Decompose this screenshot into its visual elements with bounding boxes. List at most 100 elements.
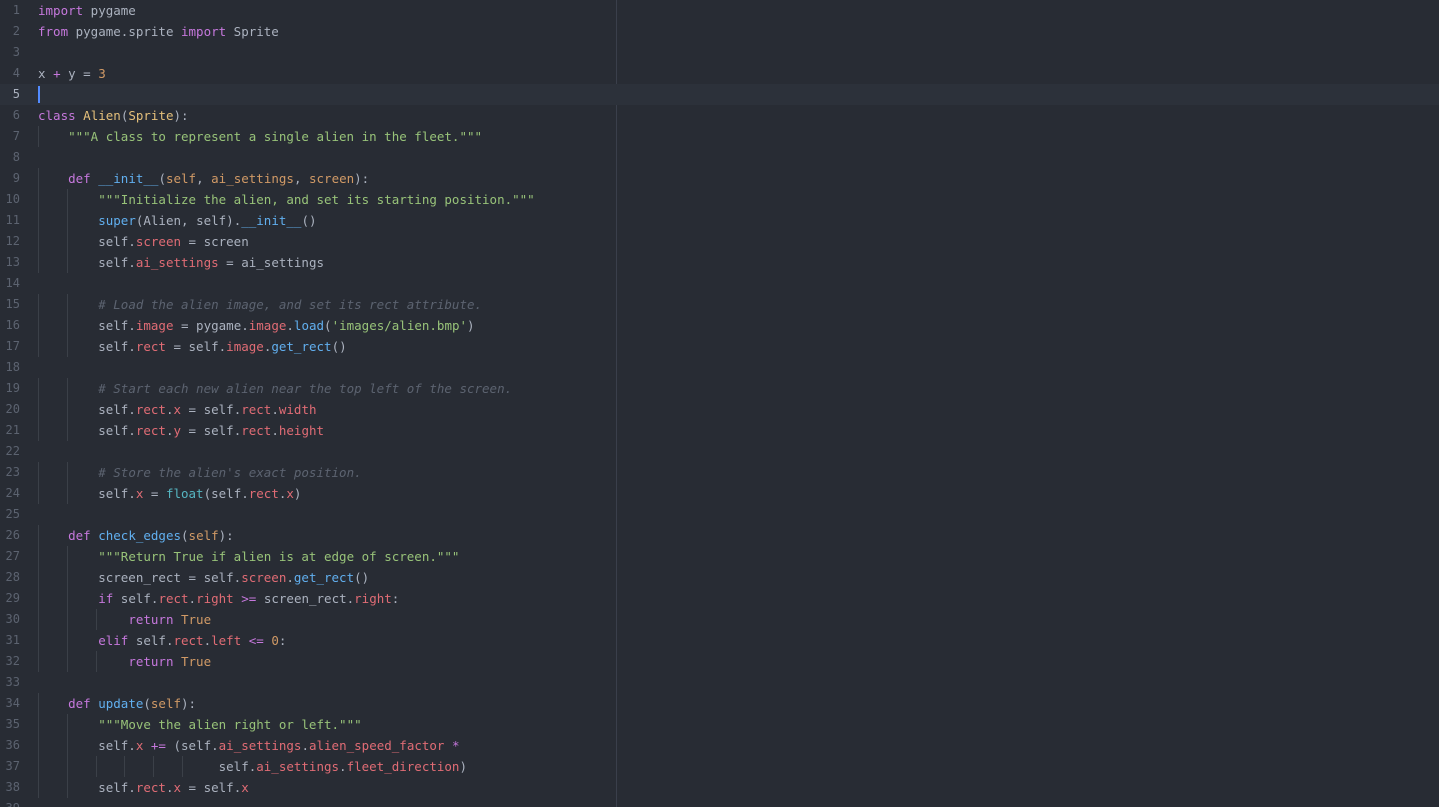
- code-line[interactable]: 15 # Load the alien image, and set its r…: [0, 294, 1439, 315]
- code-line[interactable]: 19 # Start each new alien near the top l…: [0, 378, 1439, 399]
- code-line[interactable]: 1 import pygame: [0, 0, 1439, 21]
- code-token: update: [98, 696, 144, 711]
- code-line[interactable]: 39: [0, 798, 1439, 807]
- code-token: self: [165, 171, 197, 186]
- code-token: >=: [241, 591, 257, 606]
- code-token: .: [188, 591, 197, 606]
- code-token: ):: [354, 171, 370, 186]
- code-editor[interactable]: 1 import pygame 2 from pygame.sprite import…: [0, 0, 1439, 807]
- line-number: 30: [5, 612, 20, 626]
- code-line[interactable]: 18: [0, 357, 1439, 378]
- code-token: self.: [38, 486, 136, 501]
- indent-guide: [38, 714, 39, 735]
- code-token: 3: [98, 66, 106, 81]
- code-lines[interactable]: 1 import pygame 2 from pygame.sprite import…: [0, 0, 1439, 807]
- code-line[interactable]: 2 from pygame.sprite import Sprite: [0, 21, 1439, 42]
- code-line[interactable]: 5: [0, 84, 1439, 105]
- code-token: float: [165, 486, 204, 501]
- code-line[interactable]: 35 """Move the alien right or left.""": [0, 714, 1439, 735]
- code-token: return: [128, 654, 174, 669]
- code-line[interactable]: 36 self.x += (self.ai_settings.alien_spe…: [0, 735, 1439, 756]
- code-line[interactable]: 24 self.x = float(self.rect.x): [0, 483, 1439, 504]
- code-line[interactable]: 10 """Initialize the alien, and set its …: [0, 189, 1439, 210]
- indent-guide: [38, 777, 39, 798]
- code-line[interactable]: 20 self.rect.x = self.rect.width: [0, 399, 1439, 420]
- code-line[interactable]: 7 """A class to represent a single alien…: [0, 126, 1439, 147]
- code-token: right: [196, 591, 234, 606]
- line-number: 39: [0, 798, 20, 807]
- code-line[interactable]: 6 class Alien(Sprite):: [0, 105, 1439, 126]
- code-line[interactable]: 33: [0, 672, 1439, 693]
- code-line[interactable]: 25: [0, 504, 1439, 525]
- code-line[interactable]: 34 def update(self):: [0, 693, 1439, 714]
- indent-guide: [38, 378, 39, 399]
- code-line[interactable]: 30 return True: [0, 609, 1439, 630]
- code-token: =: [83, 66, 91, 81]
- code-token: y: [60, 66, 84, 81]
- indent-guide: [38, 231, 39, 252]
- code-token: screen: [309, 171, 355, 186]
- code-line[interactable]: 4 x + y = 3: [0, 63, 1439, 84]
- line-number: 4: [12, 66, 20, 80]
- code-token: y: [173, 423, 182, 438]
- code-line[interactable]: 9 def __init__(self, ai_settings, screen…: [0, 168, 1439, 189]
- code-token: self: [188, 528, 219, 543]
- indent-guide: [95, 609, 97, 630]
- code-token: get_rect: [271, 339, 332, 354]
- code-token: :: [391, 591, 400, 606]
- code-token: (): [331, 339, 347, 354]
- code-token: self.: [38, 402, 136, 417]
- code-line[interactable]: 11 super(Alien, self).__init__(): [0, 210, 1439, 231]
- indent-guide: [38, 546, 39, 567]
- indent-guide: [38, 336, 39, 357]
- code-text: def check_edges(self):: [38, 525, 234, 546]
- code-line[interactable]: 37 self.ai_settings.fleet_direction): [0, 756, 1439, 777]
- code-token: right: [354, 591, 392, 606]
- code-token: rect: [135, 423, 166, 438]
- code-token: self: [150, 696, 182, 711]
- code-line[interactable]: 31 elif self.rect.left <= 0:: [0, 630, 1439, 651]
- line-number: 12: [5, 234, 20, 248]
- code-line[interactable]: 38 self.rect.x = self.x: [0, 777, 1439, 798]
- code-token: import: [181, 24, 227, 39]
- code-line[interactable]: 27 """Return True if alien is at edge of…: [0, 546, 1439, 567]
- code-token: load: [293, 318, 325, 333]
- code-token: __init__: [241, 213, 302, 228]
- code-token: ai_settings: [211, 171, 294, 186]
- line-number: 15: [5, 297, 20, 311]
- indent-guide: [66, 777, 68, 798]
- code-token: = self.: [181, 423, 242, 438]
- code-token: = pygame.: [173, 318, 249, 333]
- code-line[interactable]: 28 screen_rect = self.screen.get_rect(): [0, 567, 1439, 588]
- code-text: # Load the alien image, and set its rect…: [38, 294, 482, 315]
- code-line[interactable]: 29 if self.rect.right >= screen_rect.rig…: [0, 588, 1439, 609]
- code-line[interactable]: 14: [0, 273, 1439, 294]
- code-line[interactable]: 3: [0, 42, 1439, 63]
- code-line[interactable]: 8: [0, 147, 1439, 168]
- code-text: # Start each new alien near the top left…: [38, 378, 512, 399]
- code-line[interactable]: 23 # Store the alien's exact position.: [0, 462, 1439, 483]
- code-line[interactable]: 13 self.ai_settings = ai_settings: [0, 252, 1439, 273]
- indent-guide: [38, 252, 39, 273]
- indent-guide: [66, 483, 68, 504]
- code-line[interactable]: 12 self.screen = screen: [0, 231, 1439, 252]
- code-token: rect: [241, 423, 272, 438]
- line-number: 26: [5, 528, 20, 542]
- line-number: 19: [5, 381, 20, 395]
- code-line[interactable]: 22: [0, 441, 1439, 462]
- line-number: 35: [5, 717, 20, 731]
- line-number: 6: [12, 108, 20, 122]
- line-number: 2: [12, 24, 20, 38]
- indent-guide: [66, 651, 68, 672]
- code-line[interactable]: 26 def check_edges(self):: [0, 525, 1439, 546]
- line-number: 7: [12, 129, 20, 143]
- code-line[interactable]: 17 self.rect = self.image.get_rect(): [0, 336, 1439, 357]
- code-line[interactable]: 16 self.image = pygame.image.load('image…: [0, 315, 1439, 336]
- code-line[interactable]: 32 return True: [0, 651, 1439, 672]
- code-line[interactable]: 21 self.rect.y = self.rect.height: [0, 420, 1439, 441]
- code-token: x: [241, 780, 249, 795]
